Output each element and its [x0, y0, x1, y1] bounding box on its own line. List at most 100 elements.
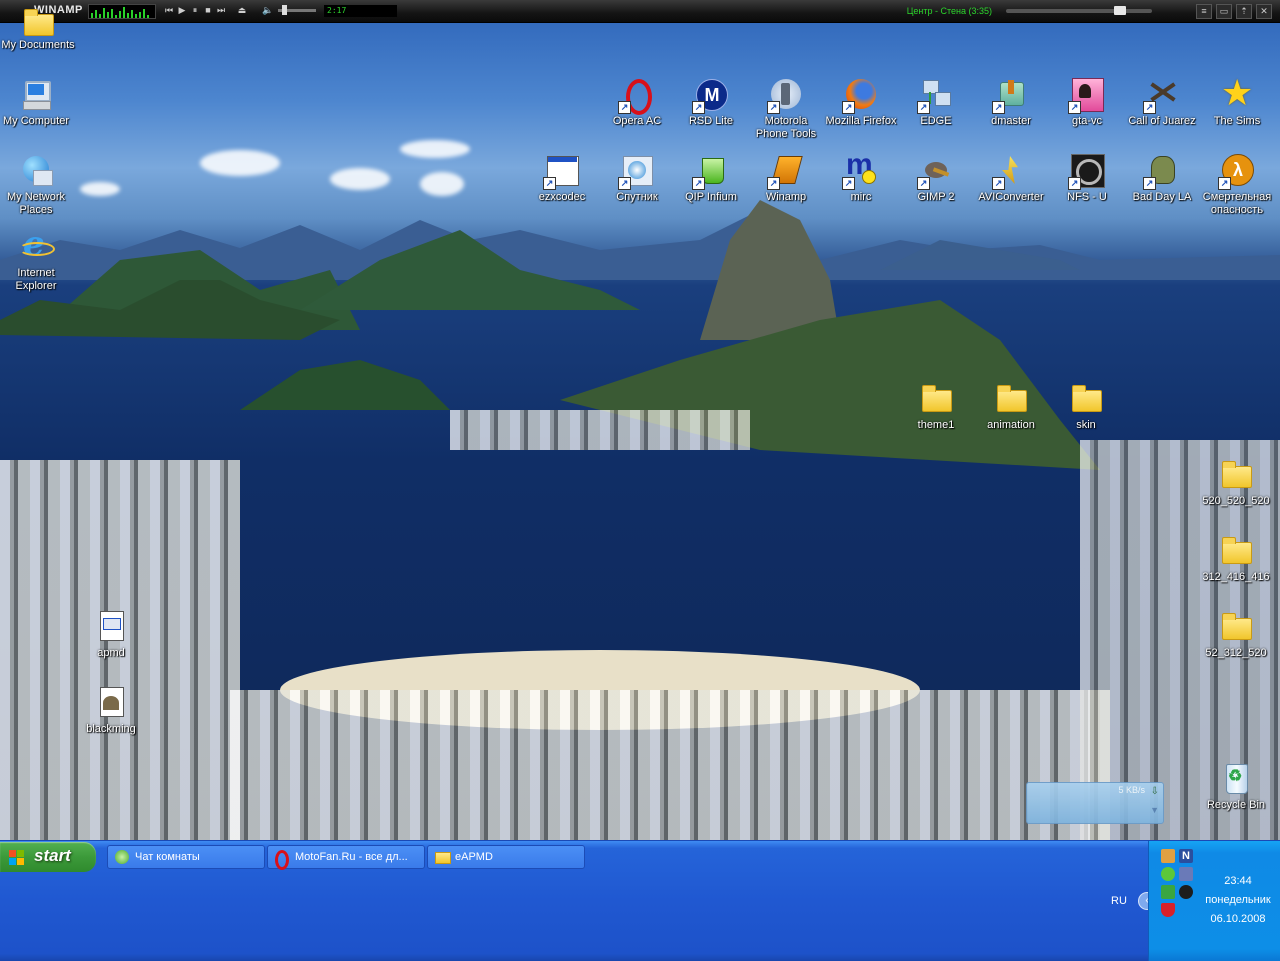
- desktop-folder-theme1[interactable]: theme1: [898, 382, 974, 432]
- seek-knob[interactable]: [1114, 6, 1126, 15]
- volume-knob[interactable]: [282, 5, 287, 15]
- icon-label: Спутник: [616, 191, 658, 203]
- desktop-folder-312-416-416[interactable]: 312_416_416: [1198, 534, 1274, 584]
- desktop-icon-rsd-lite[interactable]: M ↗ RSD Lite: [673, 78, 749, 128]
- network-speed-widget[interactable]: 5 KB/s ⇩ ▼: [1026, 782, 1164, 824]
- monitor-icon[interactable]: [1179, 867, 1193, 881]
- icon-label: Motorola Phone Tools: [755, 115, 817, 140]
- close-icon[interactable]: ✕: [1256, 4, 1272, 19]
- menu-icon[interactable]: ≡: [1196, 4, 1212, 19]
- folder-icon: [1219, 458, 1253, 492]
- icon-label: EDGE: [920, 115, 952, 127]
- shortcut-arrow-icon: ↗: [1143, 101, 1156, 114]
- clock-time[interactable]: 23:44: [1197, 875, 1279, 887]
- icon-label: QIP Infium: [685, 191, 737, 203]
- desktop-icon-mozilla-firefox[interactable]: ↗ Mozilla Firefox: [823, 78, 899, 128]
- phone-tools-icon: ↗: [767, 78, 803, 114]
- language-indicator[interactable]: RU: [1106, 893, 1132, 909]
- winamp-visualizer[interactable]: [88, 4, 156, 19]
- shade-icon[interactable]: ⇡: [1236, 4, 1252, 19]
- desktop-icon-sputnik[interactable]: ↗ Спутник: [599, 154, 675, 204]
- desktop-icon-edge[interactable]: ↗ EDGE: [898, 78, 974, 128]
- nod32-icon[interactable]: N: [1179, 849, 1193, 863]
- next-icon[interactable]: ⏭: [216, 4, 226, 16]
- desktop-folder-skin[interactable]: skin: [1048, 382, 1124, 432]
- desktop-folder-animation[interactable]: animation: [973, 382, 1049, 432]
- arrow-down-icon[interactable]: ⇩: [1151, 786, 1159, 797]
- network-speed-value: 5 KB/s: [1118, 785, 1145, 795]
- wallpaper-city-bottom: [230, 690, 1110, 840]
- desktop-icon-winamp[interactable]: ↗ Winamp: [748, 154, 824, 204]
- qip-tray-icon[interactable]: [1161, 867, 1175, 881]
- shortcut-arrow-icon: ↗: [917, 177, 930, 190]
- taskbar-button-eapmd[interactable]: eAPMD: [427, 845, 585, 869]
- icon-label: animation: [987, 419, 1035, 431]
- taskbar-button-motofan[interactable]: MotoFan.Ru - все дл...: [267, 845, 425, 870]
- desktop-file-blackming[interactable]: blackming: [73, 686, 149, 736]
- shortcut-arrow-icon: ↗: [1068, 101, 1081, 114]
- shortcut-arrow-icon: ↗: [692, 177, 705, 190]
- icon-label: The Sims: [1213, 115, 1261, 127]
- clock-day[interactable]: понедельник: [1197, 894, 1279, 906]
- desktop-icon-gta-vc[interactable]: ↗ gta-vc: [1049, 78, 1125, 128]
- desktop-icon-recycle-bin[interactable]: ♻ Recycle Bin: [1198, 762, 1274, 812]
- play-icon[interactable]: ▶: [177, 4, 187, 16]
- pause-icon[interactable]: ⏸: [190, 4, 200, 16]
- taskbar-button-chat-rooms[interactable]: Чат комнаты: [107, 845, 265, 869]
- wallpaper-cloud: [420, 172, 464, 196]
- network-connection-icon[interactable]: [1161, 849, 1175, 863]
- eject-icon[interactable]: ⏏: [237, 4, 247, 16]
- desktop-icon-nfs-u[interactable]: ↗ NFS - U: [1049, 154, 1125, 204]
- desktop-icon-internet-explorer[interactable]: e Internet Explorer: [0, 224, 74, 293]
- shortcut-arrow-icon: ↗: [917, 101, 930, 114]
- shield-icon[interactable]: [1161, 903, 1175, 917]
- desktop-icon-bad-day-la[interactable]: ↗ Bad Day LA: [1124, 154, 1200, 204]
- previous-icon[interactable]: ⏮: [164, 4, 174, 16]
- seek-bar[interactable]: [1006, 6, 1152, 15]
- speaker-icon[interactable]: [1179, 885, 1193, 899]
- stop-icon[interactable]: ■: [203, 4, 213, 16]
- wallpaper-cloud: [80, 182, 120, 196]
- desktop-icon-my-network-places[interactable]: My Network Places: [0, 154, 74, 217]
- desktop-icon-my-computer[interactable]: My Computer: [0, 78, 74, 128]
- desktop-folder-520-520-520[interactable]: 520_520_520: [1198, 458, 1274, 508]
- desktop-icon-the-sims[interactable]: ★ The Sims: [1199, 72, 1275, 128]
- desktop-icon-call-of-juarez[interactable]: ↗ Call of Juarez: [1124, 78, 1200, 128]
- lock-icon[interactable]: [1161, 885, 1175, 899]
- desktop-icon-qip-infium[interactable]: ↗ QIP Infium: [673, 154, 749, 204]
- chevron-down-icon[interactable]: ▼: [1150, 805, 1159, 815]
- crossed-revolvers-icon: ↗: [1143, 78, 1179, 114]
- start-label: start: [34, 846, 71, 865]
- winamp-windowshade[interactable]: WINAMP ⏮ ▶ ⏸ ■ ⏭ ⏏ 🔈 2:17 Центр - Стена …: [0, 0, 1280, 23]
- desktop-icon-aviconverter[interactable]: ↗ AVIConverter: [973, 154, 1049, 204]
- desktop-icon-smertelnaya-opasnost[interactable]: λ ↗ Смертельная опасность: [1199, 154, 1275, 217]
- computer-icon: [19, 78, 53, 112]
- restore-icon[interactable]: ▭: [1216, 4, 1232, 19]
- start-button[interactable]: start: [0, 842, 96, 872]
- icon-label: AVIConverter: [978, 191, 1044, 203]
- shortcut-arrow-icon: ↗: [842, 101, 855, 114]
- desktop-folder-52-312-520[interactable]: 52_312_520: [1198, 610, 1274, 660]
- opera-icon: [275, 850, 289, 870]
- shortcut-arrow-icon: ↗: [1143, 177, 1156, 190]
- shortcut-arrow-icon: ↗: [767, 101, 780, 114]
- converter-icon: ↗: [992, 154, 1028, 190]
- desktop-icon-ezxcodec[interactable]: ↗ ezxcodec: [524, 154, 600, 204]
- playback-time: 2:17: [324, 5, 397, 17]
- desktop-icon-gimp-2[interactable]: ↗ GIMP 2: [898, 154, 974, 204]
- volume-slider[interactable]: [278, 5, 316, 15]
- icon-label: Смертельная опасность: [1202, 191, 1272, 216]
- icon-label: Recycle Bin: [1206, 799, 1266, 811]
- clock-date[interactable]: 06.10.2008: [1197, 913, 1279, 925]
- desktop-icon-mirc[interactable]: m ↗ mirc: [823, 148, 899, 204]
- icon-label: My Documents: [1, 39, 75, 51]
- desktop-icon-my-documents[interactable]: My Documents: [0, 9, 76, 52]
- desktop-file-apmd[interactable]: apmd: [73, 610, 149, 660]
- icon-label: ezxcodec: [538, 191, 586, 203]
- wallpaper-cloud: [330, 168, 390, 190]
- taskbar: start Чат комнаты MotoFan.Ru - все дл...…: [0, 840, 1280, 961]
- chat-icon: [115, 850, 129, 864]
- desktop-icon-dmaster[interactable]: ↗ dmaster: [973, 78, 1049, 128]
- desktop-icon-motorola-phone-tools[interactable]: ↗ Motorola Phone Tools: [748, 78, 824, 141]
- desktop-icon-opera-ac[interactable]: ↗ Opera AC: [599, 78, 675, 128]
